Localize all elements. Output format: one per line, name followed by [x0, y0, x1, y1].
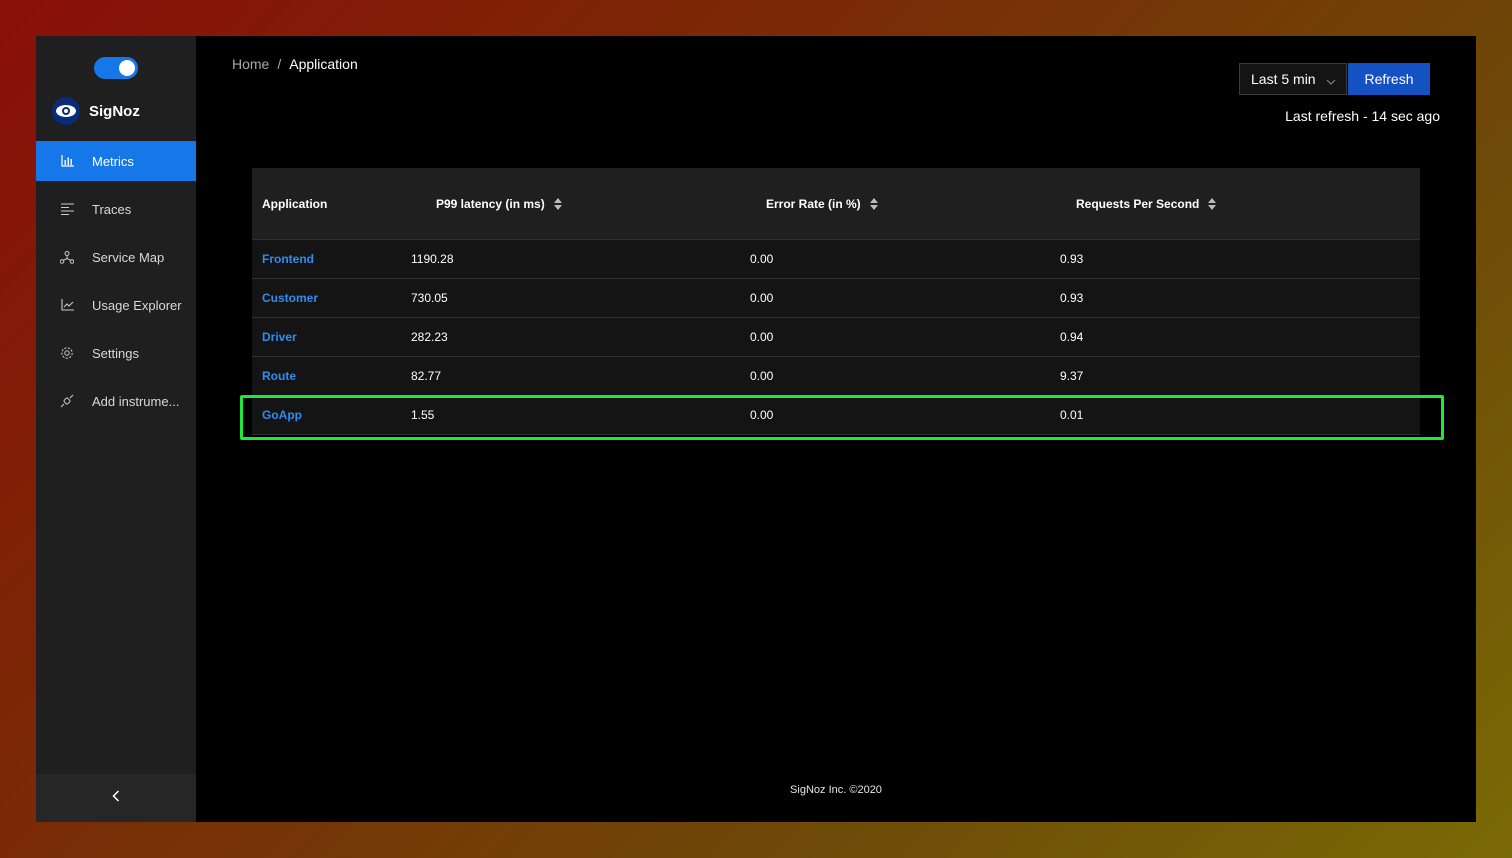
align-left-icon — [60, 202, 74, 216]
table-row: Driver 282.23 0.00 0.94 — [252, 318, 1420, 357]
header-requests-per-second[interactable]: Requests Per Second — [1060, 197, 1420, 211]
p99-value: 730.05 — [411, 291, 448, 305]
theme-toggle[interactable] — [94, 57, 138, 79]
sidebar: SigNoz Metrics Traces Service Map Usage … — [36, 36, 196, 822]
main-content: Home / Application Last 5 min Refresh Last… — [196, 36, 1476, 822]
sidebar-item-add-instrumentation[interactable]: Add instrume... — [36, 381, 196, 421]
application-link[interactable]: Driver — [262, 330, 297, 344]
table-row: Customer 730.05 0.00 0.93 — [252, 279, 1420, 318]
chevron-down-icon — [1326, 74, 1336, 90]
error-rate-value: 0.00 — [750, 330, 774, 344]
p99-value: 82.77 — [411, 369, 442, 383]
header-p99-latency[interactable]: P99 latency (in ms) — [411, 197, 750, 211]
error-rate-value: 0.00 — [750, 252, 774, 266]
p99-value: 1190.28 — [411, 252, 454, 266]
line-chart-icon — [60, 298, 74, 312]
error-rate-value: 0.00 — [750, 291, 774, 305]
sidebar-item-settings[interactable]: Settings — [36, 333, 196, 373]
application-link[interactable]: Customer — [262, 291, 318, 305]
sort-icon[interactable] — [553, 197, 562, 210]
p99-value: 1.55 — [411, 408, 435, 422]
brand-name: SigNoz — [89, 102, 140, 120]
deployment-unit-icon — [60, 250, 74, 264]
rps-value: 0.94 — [1060, 330, 1084, 344]
sidebar-nav: Metrics Traces Service Map Usage Explore… — [36, 141, 196, 429]
sidebar-item-label: Traces — [92, 201, 132, 217]
header-label: Requests Per Second — [1076, 196, 1200, 211]
bar-chart-icon — [60, 154, 74, 168]
toolbar: Last 5 min Refresh — [1239, 63, 1430, 95]
sidebar-item-service-map[interactable]: Service Map — [36, 237, 196, 277]
sort-icon[interactable] — [869, 197, 878, 210]
sidebar-item-usage-explorer[interactable]: Usage Explorer — [36, 285, 196, 325]
sidebar-item-label: Add instrume... — [92, 393, 180, 409]
api-icon — [60, 394, 74, 408]
header-label: P99 latency (in ms) — [436, 196, 545, 211]
table-row: GoApp 1.55 0.00 0.01 — [252, 396, 1420, 435]
refresh-button[interactable]: Refresh — [1348, 63, 1430, 95]
breadcrumb: Home / Application — [232, 56, 358, 72]
p99-value: 282.23 — [411, 330, 448, 344]
application-link[interactable]: Route — [262, 369, 296, 383]
breadcrumb-home[interactable]: Home — [232, 56, 269, 72]
sidebar-item-label: Metrics — [92, 153, 134, 169]
table-row: Frontend 1190.28 0.00 0.93 — [252, 240, 1420, 279]
header-label: Error Rate (in %) — [766, 196, 861, 211]
app-window: SigNoz Metrics Traces Service Map Usage … — [36, 36, 1476, 822]
brand[interactable]: SigNoz — [52, 96, 196, 126]
application-link[interactable]: Frontend — [262, 252, 314, 266]
time-range-value: Last 5 min — [1251, 71, 1316, 87]
table-row: Route 82.77 0.00 9.37 — [252, 357, 1420, 396]
chevron-left-icon — [112, 789, 120, 807]
sidebar-item-traces[interactable]: Traces — [36, 189, 196, 229]
applications-table: Application P99 latency (in ms) Error Ra… — [252, 168, 1420, 435]
sidebar-collapse-button[interactable] — [36, 774, 196, 822]
rps-value: 0.93 — [1060, 252, 1084, 266]
sidebar-item-label: Settings — [92, 345, 139, 361]
last-refresh-text: Last refresh - 14 sec ago — [1285, 108, 1440, 124]
error-rate-value: 0.00 — [750, 369, 774, 383]
sidebar-item-metrics[interactable]: Metrics — [36, 141, 196, 181]
footer: SigNoz Inc. ©2020 — [790, 784, 882, 796]
table-header: Application P99 latency (in ms) Error Ra… — [252, 168, 1420, 240]
breadcrumb-current: Application — [289, 56, 358, 72]
rps-value: 9.37 — [1060, 369, 1084, 383]
header-application: Application — [262, 196, 328, 211]
rps-value: 0.01 — [1060, 408, 1084, 422]
time-range-select[interactable]: Last 5 min — [1239, 63, 1347, 95]
eye-logo-icon — [52, 97, 80, 125]
error-rate-value: 0.00 — [750, 408, 774, 422]
sort-icon[interactable] — [1208, 197, 1217, 210]
sidebar-item-label: Service Map — [92, 249, 165, 265]
breadcrumb-separator: / — [277, 56, 282, 72]
application-link[interactable]: GoApp — [262, 408, 302, 422]
header-error-rate[interactable]: Error Rate (in %) — [750, 197, 1060, 211]
toggle-knob — [119, 60, 135, 76]
sidebar-item-label: Usage Explorer — [92, 297, 182, 313]
rps-value: 0.93 — [1060, 291, 1084, 305]
gear-icon — [60, 346, 74, 360]
